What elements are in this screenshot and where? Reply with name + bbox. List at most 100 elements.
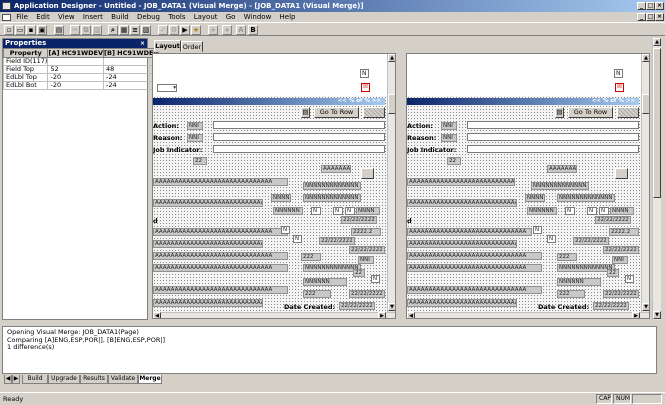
field-nnnn[interactable]: NNNN [610,207,634,215]
field-aaaaaaa[interactable]: AAAAAAA [547,165,577,173]
field-n[interactable]: N [360,69,369,78]
dropdown-field[interactable]: ▾ [157,84,177,92]
field-aaa[interactable]: AAAAAAAAAAAAAAAAAAAAAAAAAAAAAA [153,240,263,248]
document-icon[interactable] [2,13,11,21]
field-aaa[interactable]: AAAAAAAAAAAAAAAAAAAAAAAAAAAAAA [407,299,517,307]
project-icon[interactable]: ★ [191,25,201,35]
field-date[interactable]: 22/22/2222 [573,237,609,245]
menu-layout[interactable]: Layout [194,12,218,22]
list-icon[interactable]: ≡ [130,25,140,35]
field-aaa[interactable]: AAAAAAAAAAAAAAAAAAAAAAAAAAAAAA [407,286,542,294]
tab-scroll-left-icon[interactable]: ◀ [4,375,12,384]
doc-minimize-button[interactable]: _ [637,13,646,21]
menu-insert[interactable]: Insert [83,12,103,22]
field-n[interactable]: N [345,207,355,215]
field-aaa[interactable]: AAAAAAAAAAAAAAAAAAAAAAAAAAAAAA [407,228,532,236]
field-nnn[interactable]: NNNNNNNNNNNNN [557,194,615,202]
field-nni[interactable]: NNI [358,256,374,264]
field-nnnnnn[interactable]: NNNNNN [273,207,303,215]
pane-a-vertical-scrollbar[interactable]: ▲ ▼ [387,54,395,312]
tab-order[interactable]: Order [181,41,203,52]
close-button[interactable]: × [655,2,664,10]
column-header-a[interactable]: [A] HC91WDEV [47,48,105,58]
zoom-out-icon[interactable]: + [222,25,232,35]
menu-help[interactable]: Help [280,12,296,22]
field-n[interactable]: N [533,226,542,234]
field-aaa[interactable]: AAAAAAAAAAAAAAAAAAAAAAAAAAAAAA [153,228,288,236]
page-icon[interactable]: ▧ [141,25,151,35]
field-date[interactable]: 22/22/2222 [339,302,375,310]
editor-vertical-scrollbar[interactable]: ▲ ▼ [652,38,661,320]
scroll-down-icon[interactable]: ▼ [388,303,395,311]
field-nni[interactable]: NNI [441,122,457,130]
field-n[interactable]: N [614,69,623,78]
field-nnnnnn[interactable]: NNNNNN [527,207,557,215]
field-22[interactable]: 22 [447,157,461,165]
tab-build[interactable]: Build [22,375,48,384]
field-aaa[interactable]: AAAAAAAAAAAAAAAAAAAAAAAAAAAAAA [153,252,288,260]
field-aaa[interactable]: AAAAAAAAAAAAAAAAAAAAAAAAAAAAAA [153,199,263,207]
field-date[interactable]: 22/22/2222 [341,216,377,224]
scroll-thumb[interactable] [642,94,649,114]
field-aaa[interactable]: AAAAAAAAAAAAAAAAAAAAAAAAAAAAAA [153,299,263,307]
bold-icon[interactable]: B [248,25,258,35]
field-number[interactable]: 2222.2 [609,228,639,236]
menu-debug[interactable]: Debug [137,12,160,22]
field-date[interactable]: 22/22/2222 [349,246,385,254]
field-n[interactable]: N [565,207,575,215]
list-icon[interactable]: ▤ [555,107,564,118]
field-nnnnnn[interactable]: NNNNNN [303,278,347,286]
list-icon[interactable]: ▤ [301,107,310,118]
copy-icon[interactable]: ⧉ [81,25,91,35]
field-aaa[interactable]: AAAAAAAAAAAAAAAAAAAAAAAAAAAAAA [407,199,517,207]
build-icon[interactable]: ⚙ [169,25,179,35]
field-nni[interactable]: NNI [441,134,457,142]
maximize-button[interactable]: □ [646,2,655,10]
field-aaa[interactable]: AAAAAAAAAAAAAAAAAAAAAAAAAAAAAA [407,264,542,272]
field-aaa[interactable]: AAAAAAAAAAAAAAAAAAAAAAAAAAAAAA [153,178,288,186]
field-aaa[interactable]: AAAAAAAAAAAAAAAAAAAAAAAAAAAAAA [407,178,515,186]
field-nnn[interactable]: NNNNNNNNNNNNN [303,194,361,202]
field-22[interactable]: 22 [353,269,365,277]
field-22[interactable]: 22 [193,157,207,165]
field-222[interactable]: 222 [301,253,321,261]
scroll-left-icon[interactable]: ◀ [407,312,415,318]
text-a-icon[interactable]: A [236,25,246,35]
small-button[interactable] [615,168,628,179]
pane-b-vertical-scrollbar[interactable]: ▲ ▼ [641,54,649,312]
tab-validate[interactable]: Validate [108,375,138,384]
field-date[interactable]: 22/22/2222 [595,216,631,224]
find-icon[interactable]: ⌕ [108,25,118,35]
tab-merge[interactable]: Merge [138,375,162,384]
paste-icon[interactable]: ▥ [92,25,102,35]
field-date[interactable]: 22/22/2222 [603,290,639,298]
changed-field-icon[interactable]: ☒ [361,83,370,92]
scroll-left-icon[interactable]: ◀ [153,312,161,318]
go-to-row-button[interactable]: Go To Row [314,107,359,118]
field-date[interactable]: 22/22/2222 [349,290,385,298]
field-nnn[interactable]: NNNNNNNNNNNNN [303,182,361,190]
action-dropdown[interactable] [213,121,385,129]
field-nnnnnn[interactable]: NNNNNN [557,278,601,286]
field-n[interactable]: N [281,226,290,234]
print-icon[interactable]: ▤ [54,25,64,35]
scroll-up-icon[interactable]: ▲ [642,54,649,62]
field-222[interactable]: 222 [303,290,331,298]
tab-layout[interactable]: Layout [154,40,181,52]
scroll-thumb[interactable] [653,48,661,198]
field-number[interactable]: 2222.2 [351,228,381,236]
job-indicator-dropdown[interactable] [213,145,385,153]
scroll-up-icon[interactable]: ▲ [388,54,395,62]
doc-restore-button[interactable]: □ [646,13,655,21]
menu-go[interactable]: Go [226,12,236,22]
field-aaa[interactable]: AAAAAAAAAAAAAAAAAAAAAAAAAAAAAA [407,252,542,260]
field-aaa[interactable]: AAAAAAAAAAAAAAAAAAAAAAAAAAAAAA [153,286,288,294]
save-all-icon[interactable]: ▣ [37,25,47,35]
scroll-down-icon[interactable]: ▼ [642,303,649,311]
menu-build[interactable]: Build [111,12,129,22]
doc-close-button[interactable]: × [655,13,664,21]
field-date[interactable]: 22/22/2222 [593,302,629,310]
field-nnn[interactable]: NNNNNNNNNNNNN [531,182,589,190]
changed-field-icon[interactable]: ☒ [615,83,624,92]
save-icon[interactable]: ▪ [26,25,36,35]
